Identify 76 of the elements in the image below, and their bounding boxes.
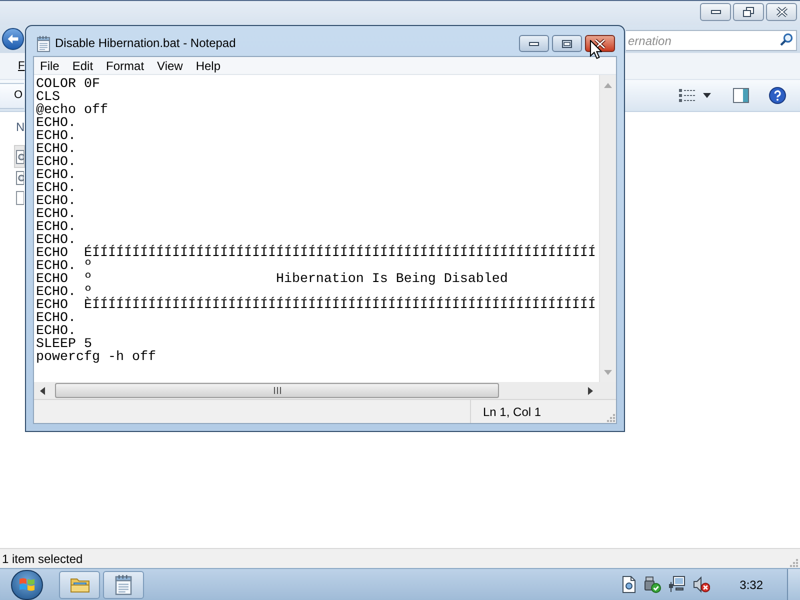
code-line: ECHO. (36, 169, 76, 182)
text-editor[interactable] (34, 75, 599, 382)
menu-item[interactable]: View (151, 56, 189, 74)
code-line: ECHO. (36, 156, 76, 169)
code-line: SLEEP 5 (36, 338, 92, 351)
code-line: ECHO. (36, 182, 76, 195)
code-line: @echo off (36, 104, 108, 117)
notepad-icon (115, 574, 132, 594)
code-line: ECHO. º (36, 260, 92, 273)
code-line: ECHO. (36, 195, 76, 208)
menu-item[interactable]: Edit (66, 56, 100, 74)
minimize-button[interactable] (700, 3, 731, 21)
down-triangle-icon (604, 370, 612, 374)
left-triangle-icon (40, 386, 45, 394)
preview-pane-icon[interactable] (733, 88, 749, 103)
code-line: CLS (36, 91, 60, 104)
scrollbar-thumb[interactable] (55, 383, 499, 398)
grip-lines-icon (274, 387, 280, 394)
left-arrow-icon (7, 34, 19, 44)
code-line: COLOR 0F (36, 78, 100, 91)
right-triangle-icon (588, 386, 593, 394)
taskbar-button[interactable] (103, 570, 144, 598)
restore-icon (743, 7, 754, 17)
window-title: Disable Hibernation.bat - Notepad (55, 35, 236, 51)
code-line: ECHO. (36, 143, 76, 156)
code-line: ECHO. (36, 208, 76, 221)
menu-item[interactable]: F (18, 58, 25, 74)
minimize-icon (529, 42, 539, 46)
menu-item[interactable]: Help (190, 56, 227, 74)
status-text: Ln 1, Col 1 (483, 404, 542, 420)
restore-button[interactable] (733, 3, 764, 21)
start-button[interactable] (11, 570, 43, 600)
toolbar-button[interactable]: O (0, 82, 24, 108)
code-line: ECHO º Hibernation Is Being Disabled (36, 273, 508, 286)
minimize-button[interactable] (519, 35, 549, 52)
flag-icon (19, 577, 35, 592)
search-field[interactable]: ernation (626, 30, 797, 51)
code-line: ECHO ÈÍÍÍÍÍÍÍÍÍÍÍÍÍÍÍÍÍÍÍÍÍÍÍÍÍÍÍÍÍÍÍÍÍÍÍÍÍÍÍÍÍÍÍÍÍÍÍÍÍÍÍÍÍÍÍÍÍÍÍÍÍÍÍ (36, 299, 596, 312)
gear-file-icon (16, 150, 24, 164)
code-line: ECHO. (36, 130, 76, 143)
file-item[interactable] (14, 145, 25, 168)
back-button[interactable] (2, 28, 24, 50)
taskbar-button[interactable] (59, 570, 100, 598)
close-button[interactable] (766, 3, 797, 21)
close-icon (594, 38, 606, 48)
menu-item[interactable]: Format (100, 56, 150, 74)
clock-time[interactable]: 3:32 (740, 576, 763, 594)
usb-check-icon[interactable] (644, 576, 661, 593)
caret-icon[interactable] (703, 93, 711, 98)
status-text: 1 item selected (2, 550, 83, 568)
folder-icon (70, 576, 90, 594)
view-list-icon[interactable] (679, 88, 695, 102)
notepad-icon (37, 36, 50, 52)
maximize-icon (562, 40, 572, 48)
up-triangle-icon (604, 82, 612, 88)
minimize-icon (710, 10, 720, 14)
code-line: ECHO ÉÍÍÍÍÍÍÍÍÍÍÍÍÍÍÍÍÍÍÍÍÍÍÍÍÍÍÍÍÍÍÍÍÍÍÍÍÍÍÍÍÍÍÍÍÍÍÍÍÍÍÍÍÍÍÍÍÍÍÍÍÍÍÍ (36, 247, 596, 260)
resize-grip-icon (606, 413, 615, 422)
resize-grip-icon (789, 558, 798, 567)
code-line: ECHO. (36, 117, 76, 130)
code-line: ECHO. (36, 312, 76, 325)
file-item[interactable] (14, 168, 25, 188)
search-icon (780, 32, 793, 46)
code-line: ECHO. (36, 221, 76, 234)
gear-file-icon (16, 171, 24, 185)
menu-item[interactable]: File (34, 56, 66, 74)
close-icon (776, 7, 788, 17)
help-icon[interactable] (769, 87, 786, 104)
maximize-button[interactable] (552, 35, 582, 52)
muted-speaker-icon[interactable] (692, 576, 710, 593)
document-icon[interactable] (622, 576, 636, 593)
code-line: ECHO. (36, 325, 76, 338)
code-line: ECHO. (36, 234, 76, 247)
code-line: powercfg -h off (36, 351, 156, 364)
column-header[interactable]: N (16, 118, 25, 136)
network-icon[interactable] (668, 576, 685, 593)
